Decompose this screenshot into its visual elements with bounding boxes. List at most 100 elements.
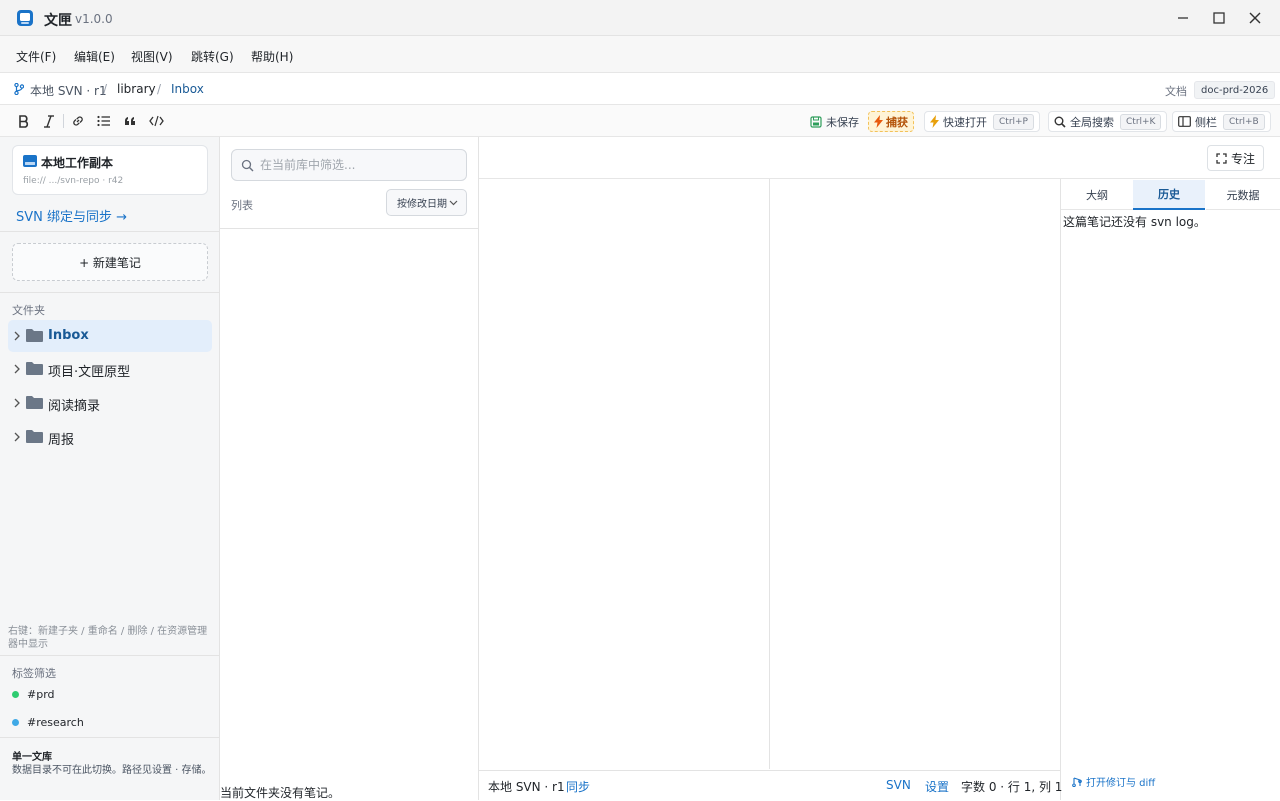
tab-outline[interactable]: 大纲 xyxy=(1061,180,1133,210)
search-icon xyxy=(241,159,254,172)
tab-history[interactable]: 历史 xyxy=(1133,180,1205,210)
bullet-list-icon[interactable] xyxy=(96,113,112,129)
folder-item-reading[interactable]: 阅读摘录 xyxy=(8,387,212,419)
menu-edit[interactable]: 编辑(E) xyxy=(74,48,115,65)
open-diff-label: 打开修订与 diff xyxy=(1086,778,1156,789)
sidebar-divider xyxy=(0,292,219,293)
minimize-button[interactable] xyxy=(1165,0,1201,36)
chevron-right-icon[interactable] xyxy=(12,363,22,375)
editor-preview-pane xyxy=(770,179,1060,769)
menu-file[interactable]: 文件(F) xyxy=(16,48,56,65)
svn-status-button[interactable]: SVN xyxy=(886,778,911,792)
filter-box xyxy=(231,149,467,181)
menu-view[interactable]: 视图(V) xyxy=(131,48,173,65)
tag-name: #prd xyxy=(27,688,55,701)
code-icon[interactable] xyxy=(148,113,164,129)
search-icon xyxy=(1054,116,1066,128)
library-title: 单一文库 xyxy=(12,752,52,763)
global-search-shortcut: Ctrl+K xyxy=(1120,113,1162,130)
sidebar-icon xyxy=(1178,116,1191,127)
filter-input[interactable] xyxy=(260,157,456,173)
folder-name: 周报 xyxy=(48,433,75,448)
new-note-button[interactable]: + 新建笔记 xyxy=(12,243,208,281)
breadcrumb-library[interactable]: library xyxy=(117,82,156,96)
doc-label: 文档 xyxy=(1165,85,1187,98)
quick-open-label: 快速打开 xyxy=(943,115,987,129)
breadcrumb-separator: / xyxy=(157,82,162,96)
right-panel xyxy=(1060,179,1280,800)
capture-label: 捕获 xyxy=(886,115,908,129)
app-logo-icon xyxy=(16,9,34,27)
context-menu-hint: 右键：新建子夹 / 重命名 / 删除 / 在资源管理器中显示 xyxy=(8,626,208,650)
tag-color-dot xyxy=(12,691,19,698)
sort-select[interactable]: 按修改日期 xyxy=(386,189,467,216)
sidebar-divider xyxy=(0,737,219,738)
status-repo: 本地 SVN · r1 xyxy=(488,780,565,794)
editor-source-pane[interactable] xyxy=(479,179,769,769)
italic-icon[interactable] xyxy=(41,113,57,129)
folder-name: Inbox xyxy=(48,328,89,343)
branch-icon xyxy=(14,83,24,95)
link-icon[interactable] xyxy=(70,113,86,129)
menu-bar: 文件(F) 编辑(E) 视图(V) 跳转(G) 帮助(H) xyxy=(0,36,1280,73)
folder-item-inbox[interactable]: Inbox xyxy=(8,320,212,352)
library-description: 数据目录不可在此切换。路径见设置 · 存储。 xyxy=(12,765,212,776)
breadcrumb-repo[interactable]: 本地 SVN · r1 xyxy=(30,82,107,99)
repo-card[interactable]: 本地工作副本 file:// .../svn-repo · r42 xyxy=(12,145,208,195)
diff-icon xyxy=(1072,776,1082,787)
chevron-down-icon xyxy=(449,200,458,206)
menu-help[interactable]: 帮助(H) xyxy=(251,48,293,65)
folder-icon xyxy=(26,328,43,342)
close-button[interactable] xyxy=(1237,0,1273,36)
global-search-button[interactable]: 全局搜索 Ctrl+K xyxy=(1048,111,1168,132)
repo-path: file:// .../svn-repo · r42 xyxy=(23,176,124,186)
breadcrumb-separator: / xyxy=(103,82,108,96)
quote-icon[interactable] xyxy=(122,113,138,129)
folder-item-weekly[interactable]: 周报 xyxy=(8,421,212,453)
sidebar-toggle-shortcut: Ctrl+B xyxy=(1223,113,1265,130)
sidebar-toggle-button[interactable]: 侧栏 Ctrl+B xyxy=(1172,111,1271,132)
folders-label: 文件夹 xyxy=(12,304,45,317)
list-label: 列表 xyxy=(231,199,253,212)
sort-select-value: 按修改日期 xyxy=(397,199,447,210)
focus-mode-button[interactable]: 专注 xyxy=(1207,145,1264,171)
capture-button[interactable]: 捕获 xyxy=(868,111,914,132)
quick-open-button[interactable]: 快速打开 Ctrl+P xyxy=(924,111,1040,132)
maximize-button[interactable] xyxy=(1201,0,1237,36)
chevron-right-icon[interactable] xyxy=(12,397,22,409)
repo-icon xyxy=(23,155,37,167)
focus-label: 专注 xyxy=(1230,151,1255,166)
chevron-right-icon[interactable] xyxy=(12,330,22,342)
bold-icon[interactable] xyxy=(16,113,32,129)
editor-header xyxy=(479,137,1280,179)
toolbar-divider xyxy=(63,114,64,128)
svn-bind-link[interactable]: SVN 绑定与同步 → xyxy=(16,206,127,225)
repo-title: 本地工作副本 xyxy=(41,156,114,170)
history-empty-message: 这篇笔记还没有 svn log。 xyxy=(1063,215,1206,229)
folder-name: 阅读摘录 xyxy=(48,399,101,414)
settings-button[interactable]: 设置 xyxy=(925,778,949,795)
tab-metadata[interactable]: 元数据 xyxy=(1206,180,1280,210)
fullscreen-icon xyxy=(1216,152,1227,164)
quick-open-shortcut: Ctrl+P xyxy=(993,113,1034,130)
chevron-right-icon[interactable] xyxy=(12,431,22,443)
folder-item-project[interactable]: 项目·文匣原型 xyxy=(8,353,212,385)
breadcrumb-inbox[interactable]: Inbox xyxy=(171,82,204,96)
tag-color-dot xyxy=(12,719,19,726)
tags-label: 标签筛选 xyxy=(12,667,56,680)
sync-button[interactable]: 同步 xyxy=(566,778,590,795)
sidebar-divider xyxy=(0,231,219,232)
open-diff-link[interactable]: 打开修订与 diff xyxy=(1072,774,1155,789)
tag-name: #research xyxy=(27,716,84,729)
tag-item-prd[interactable]: #prd xyxy=(12,688,55,701)
menu-go[interactable]: 跳转(G) xyxy=(191,48,234,65)
tag-item-research[interactable]: #research xyxy=(12,716,84,729)
title-bar: 文匣 v1.0.0 xyxy=(0,0,1280,36)
folder-icon xyxy=(26,395,43,409)
sidebar-divider xyxy=(0,655,219,656)
note-list-panel xyxy=(220,137,479,800)
unsaved-indicator: 未保存 xyxy=(810,111,859,132)
unsaved-label: 未保存 xyxy=(826,115,859,129)
save-status-icon xyxy=(810,115,822,128)
folder-icon xyxy=(26,361,43,375)
